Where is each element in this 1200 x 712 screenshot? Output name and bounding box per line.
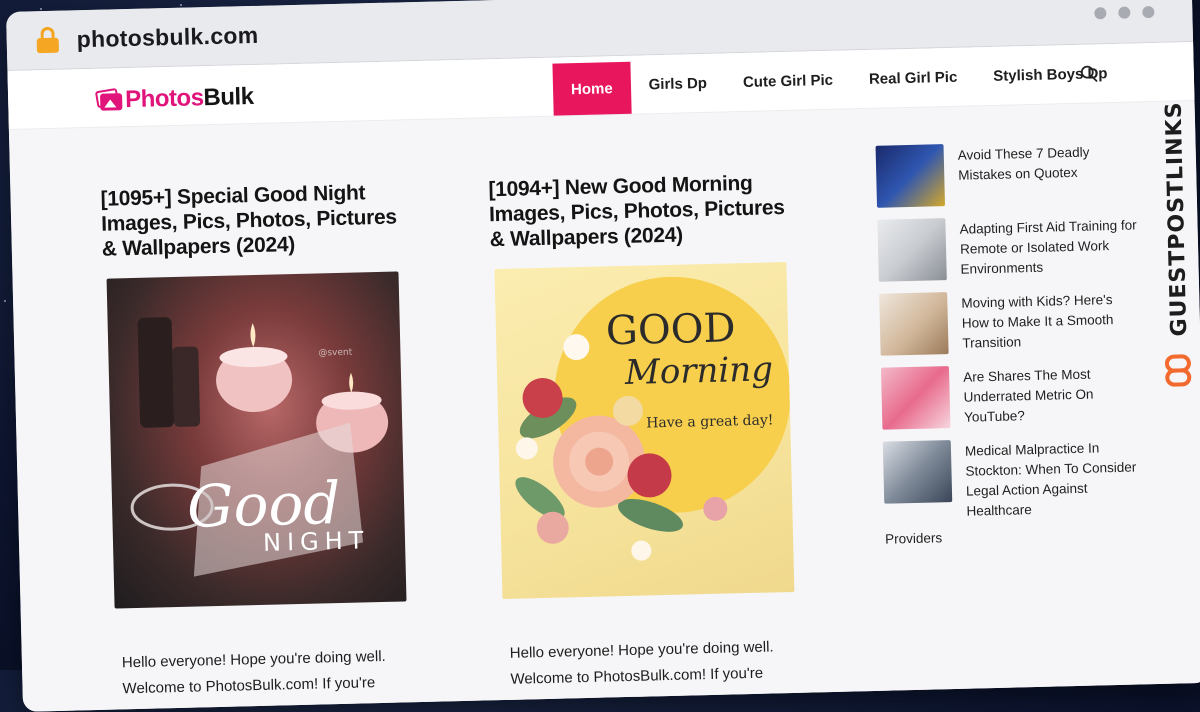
guestpostlinks-watermark: GUESTPOSTLINKS <box>1162 101 1193 387</box>
window-dot-icon[interactable] <box>1118 6 1131 19</box>
window-dot-icon[interactable] <box>1094 7 1107 20</box>
image-caption-great-day: Have a great day! <box>646 412 774 431</box>
image-caption-good: GOOD <box>605 305 736 354</box>
chain-link-icon <box>1164 354 1192 387</box>
post-thumbnail[interactable] <box>879 292 949 356</box>
list-item[interactable]: Are Shares The Most Underrated Metric On… <box>880 361 1142 430</box>
list-item[interactable]: Adapting First Aid Training for Remote o… <box>877 213 1138 282</box>
nav-cute-girl-pic[interactable]: Cute Girl Pic <box>724 50 851 111</box>
post-excerpt: Hello everyone! Hope you're doing well. … <box>510 634 811 693</box>
lock-icon <box>36 26 60 54</box>
post-image[interactable]: Good NIGHT @svent <box>106 271 407 609</box>
sidebar-post-title[interactable]: Moving with Kids? Here's How to Make It … <box>961 289 1140 353</box>
web-page: PhotosBulk Home Girls Dp Cute Girl Pic R… <box>7 42 1200 712</box>
browser-window: photosbulk.com PhotosBulk Home Girls Dp … <box>6 0 1200 712</box>
post-title[interactable]: [1094+] New Good Morning Images, Pics, P… <box>488 170 790 252</box>
sidebar-post-title-overflow[interactable]: Providers <box>885 525 1145 546</box>
post-image[interactable]: GOOD Morning Have a great day! <box>494 262 795 600</box>
window-dot-icon[interactable] <box>1142 5 1155 19</box>
post-title[interactable]: [1095+] Special Good Night Images, Pics,… <box>100 179 402 261</box>
window-controls <box>1094 5 1155 20</box>
good-night-illustration: Good NIGHT @svent <box>130 317 389 577</box>
nav-real-girl-pic[interactable]: Real Girl Pic <box>850 47 976 108</box>
post-thumbnail[interactable] <box>875 144 946 208</box>
post-card: [1094+] New Good Morning Images, Pics, P… <box>488 170 801 697</box>
post-card: [1095+] Special Good Night Images, Pics,… <box>100 179 413 706</box>
sidebar-post-title[interactable]: Medical Malpractice In Stockton: When To… <box>965 437 1145 521</box>
nav-stylish-boys-dp[interactable]: Stylish Boys Dp <box>975 44 1127 106</box>
sidebar-post-title[interactable]: Are Shares The Most Underrated Metric On… <box>963 363 1142 427</box>
nav-home[interactable]: Home <box>552 61 632 116</box>
nav-girls-dp[interactable]: Girls Dp <box>630 53 726 113</box>
post-thumbnail[interactable] <box>877 218 947 282</box>
image-caption-night: NIGHT <box>263 526 370 557</box>
list-item[interactable]: Avoid These 7 Deadly Mistakes on Quotex <box>875 139 1137 208</box>
site-logo[interactable]: PhotosBulk <box>94 83 254 115</box>
list-item[interactable]: Moving with Kids? Here's How to Make It … <box>879 287 1140 356</box>
post-excerpt: Hello everyone! Hope you're doing well. … <box>122 643 423 702</box>
recent-posts-sidebar: Avoid These 7 Deadly Mistakes on Quotex … <box>875 139 1146 547</box>
post-thumbnail[interactable] <box>880 366 951 430</box>
logo-text-part2: Bulk <box>203 82 254 112</box>
search-icon[interactable] <box>1080 64 1098 82</box>
image-watermark-text: @svent <box>318 348 352 359</box>
sidebar-post-title[interactable]: Adapting First Aid Training for Remote o… <box>959 215 1138 279</box>
logo-text-part1: Photos <box>124 84 204 114</box>
url-text[interactable]: photosbulk.com <box>76 21 258 52</box>
list-item[interactable]: Medical Malpractice In Stockton: When To… <box>882 435 1145 523</box>
photo-logo-icon <box>94 87 123 112</box>
image-caption-morning: Morning <box>624 349 774 393</box>
good-morning-illustration: GOOD Morning Have a great day! <box>515 276 791 561</box>
sidebar-post-title[interactable]: Avoid These 7 Deadly Mistakes on Quotex <box>958 141 1137 185</box>
post-thumbnail[interactable] <box>882 440 953 504</box>
watermark-text: GUESTPOSTLINKS <box>1162 101 1193 337</box>
